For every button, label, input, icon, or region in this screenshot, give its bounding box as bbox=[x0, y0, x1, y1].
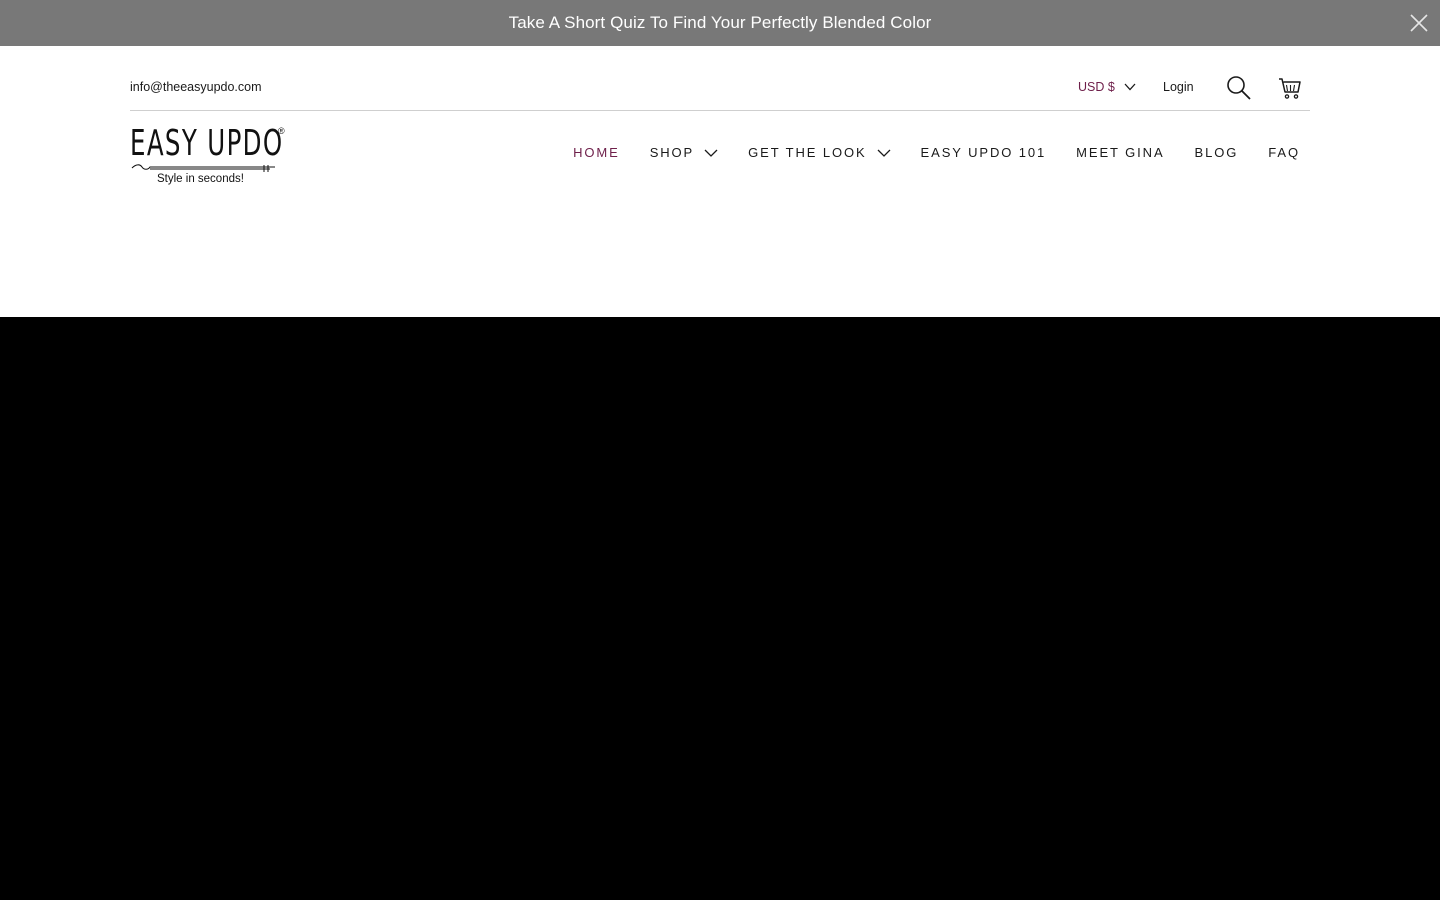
main-navigation: HOME SHOP GET THE LOOK EASY UPDO 101 MEE… bbox=[573, 145, 1300, 160]
nav-easy-updo-101[interactable]: EASY UPDO 101 bbox=[921, 145, 1047, 160]
nav-blog[interactable]: BLOG bbox=[1195, 145, 1239, 160]
utility-bar: info@theeasyupdo.com USD $ Login bbox=[130, 46, 1310, 111]
nav-get-the-look-label: GET THE LOOK bbox=[748, 145, 867, 160]
cart-icon[interactable] bbox=[1278, 76, 1302, 100]
chevron-down-icon bbox=[704, 145, 718, 160]
nav-blog-label: BLOG bbox=[1194, 145, 1239, 160]
nav-faq[interactable]: FAQ bbox=[1268, 145, 1300, 160]
nav-shop[interactable]: SHOP bbox=[650, 145, 718, 160]
nav-easy-updo-101-label: EASY UPDO 101 bbox=[920, 145, 1047, 160]
announcement-bar: Take A Short Quiz To Find Your Perfectly… bbox=[0, 0, 1440, 46]
nav-meet-gina-label: MEET GINA bbox=[1076, 145, 1165, 160]
nav-home-label: HOME bbox=[573, 145, 620, 160]
logo-registered-mark: ® bbox=[278, 126, 285, 136]
logo-wordmark: EASY UPDO bbox=[130, 123, 284, 164]
nav-shop-label: SHOP bbox=[649, 145, 695, 160]
hero-banner bbox=[0, 317, 1440, 900]
site-logo[interactable]: EASY UPDO ® Style in seconds! bbox=[130, 124, 290, 188]
nav-home[interactable]: HOME bbox=[573, 145, 620, 160]
nav-meet-gina[interactable]: MEET GINA bbox=[1076, 145, 1164, 160]
announcement-quiz-link[interactable]: Take A Short Quiz To Find Your Perfectly… bbox=[509, 13, 932, 33]
nav-get-the-look[interactable]: GET THE LOOK bbox=[748, 145, 891, 160]
close-icon[interactable] bbox=[1408, 12, 1430, 34]
logo-tagline: Style in seconds! bbox=[157, 173, 244, 185]
nav-faq-label: FAQ bbox=[1268, 145, 1300, 160]
currency-label: USD $ bbox=[1078, 80, 1115, 94]
email-link[interactable]: info@theeasyupdo.com bbox=[130, 80, 262, 94]
chevron-down-icon bbox=[1124, 80, 1136, 94]
search-icon[interactable] bbox=[1226, 75, 1252, 101]
currency-selector[interactable]: USD $ bbox=[1078, 80, 1136, 94]
login-link[interactable]: Login bbox=[1163, 80, 1194, 94]
chevron-down-icon bbox=[877, 145, 891, 160]
